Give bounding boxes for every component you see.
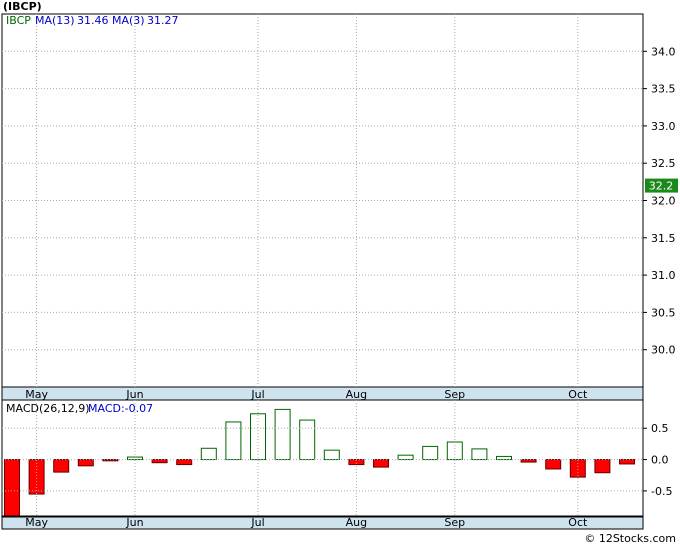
macd-x-tick-label: Aug — [346, 516, 367, 529]
price-y-tick-label: 32.0 — [651, 195, 676, 208]
price-y-tick-label: 30.5 — [651, 306, 676, 319]
macd-x-tick-label: May — [25, 516, 48, 529]
macd-bar — [569, 459, 586, 478]
chart-title: (IBCP) — [3, 0, 42, 13]
legend-ma13-label: MA(13) — [35, 14, 75, 27]
macd-panel — [4, 408, 635, 520]
last-price-label: 32.2 — [649, 180, 674, 193]
macd-bar — [53, 459, 70, 473]
macd-bar — [397, 454, 414, 461]
macd-legend-label: MACD(26,12,9) — [6, 402, 90, 415]
price-y-tick-label: 30.0 — [651, 344, 676, 357]
price-y-tick-label: 34.0 — [651, 45, 676, 58]
macd-plot-frame — [1, 399, 644, 517]
macd-bar — [422, 445, 439, 461]
macd-x-tick-label: Sep — [444, 516, 465, 529]
macd-bar — [619, 459, 635, 465]
legend-ma3-value: 31.27 — [147, 14, 179, 27]
macd-bar — [323, 449, 340, 461]
macd-bar — [274, 408, 291, 461]
price-x-tick-label: Sep — [444, 388, 465, 401]
macd-bar — [446, 441, 463, 461]
macd-bar — [471, 448, 488, 461]
macd-bar — [594, 459, 611, 474]
macd-bar — [545, 459, 562, 470]
price-y-tick-label: 33.0 — [651, 120, 676, 133]
legend-ma13-value: 31.46 — [77, 14, 109, 27]
price-x-tick-label: Aug — [346, 388, 367, 401]
price-y-tick-label: 31.5 — [651, 232, 676, 245]
macd-bar — [299, 419, 316, 461]
price-y-tick-label: 31.0 — [651, 269, 676, 282]
macd-bar — [77, 459, 94, 467]
price-x-tick-label: Jul — [250, 388, 264, 401]
macd-bar — [4, 459, 20, 520]
macd-legend-value: MACD:-0.07 — [88, 402, 153, 415]
price-y-tick-label: 33.5 — [651, 83, 676, 96]
macd-y-tick-label: 0.0 — [651, 454, 669, 467]
price-x-tick-label: May — [25, 388, 48, 401]
stock-chart: May May Jun Jun Jul Jul Aug Aug Sep Sep Oct Oct 30.0… — [1, 0, 679, 545]
macd-bar — [373, 459, 389, 468]
legend-ma3-label: MA(3) — [112, 14, 145, 27]
macd-y-tick-label: -0.5 — [651, 485, 672, 498]
macd-y-tick-label: 0.5 — [651, 422, 669, 435]
macd-x-tick-label: Oct — [568, 516, 588, 529]
macd-bar — [176, 459, 193, 466]
copyright-text: © 12Stocks.com — [584, 532, 676, 545]
price-y-tick-label: 32.5 — [651, 157, 676, 170]
macd-xaxis-band — [1, 516, 644, 530]
axes: May May Jun Jun Jul Jul Aug Aug Sep Sep Oct Oct 30.0… — [1, 13, 679, 530]
price-xaxis-band — [1, 386, 644, 401]
price-x-tick-label: Jun — [125, 388, 143, 401]
price-x-tick-label: Oct — [568, 388, 588, 401]
macd-x-tick-label: Jun — [125, 516, 143, 529]
macd-bar — [28, 459, 45, 495]
macd-bar — [200, 447, 217, 461]
macd-x-tick-label: Jul — [250, 516, 264, 529]
macd-bar — [225, 421, 242, 461]
legend-symbol: IBCP — [6, 14, 31, 27]
